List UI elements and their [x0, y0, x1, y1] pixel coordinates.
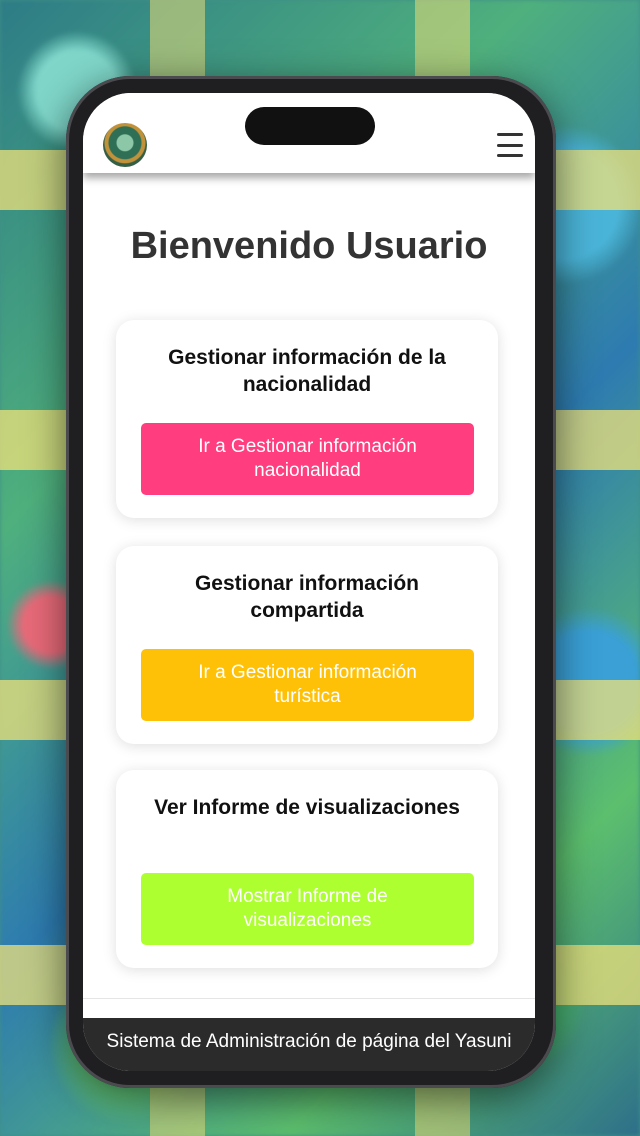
gestionar-turistica-button[interactable]: Ir a Gestionar información turística [141, 649, 474, 721]
menu-line [497, 154, 523, 157]
menu-line [497, 143, 523, 147]
yasuni-logo[interactable] [103, 123, 147, 167]
card-visualizaciones: Ver Informe de visualizaciones Mostrar I… [116, 770, 498, 968]
card-title: Ver Informe de visualizaciones [154, 796, 460, 819]
divider [83, 998, 535, 999]
mostrar-informe-button[interactable]: Mostrar Informe de visualizaciones [141, 873, 474, 945]
phone-screen: Bienvenido Usuario Gestionar información… [83, 93, 535, 1071]
card-title: Gestionar información compartida [194, 572, 420, 622]
hamburger-menu-icon[interactable] [497, 133, 523, 157]
card-nacionalidad: Gestionar información de la nacionalidad… [116, 320, 498, 518]
page-title: Bienvenido Usuario [130, 225, 488, 267]
footer: Sistema de Administración de página del … [83, 1018, 535, 1071]
card-title: Gestionar información de la nacionalidad [168, 346, 446, 396]
gestionar-nacionalidad-button[interactable]: Ir a Gestionar información nacionalidad [141, 423, 474, 495]
card-compartida: Gestionar información compartida Ir a Ge… [116, 546, 498, 744]
menu-line [497, 133, 523, 136]
dynamic-island [245, 107, 375, 145]
